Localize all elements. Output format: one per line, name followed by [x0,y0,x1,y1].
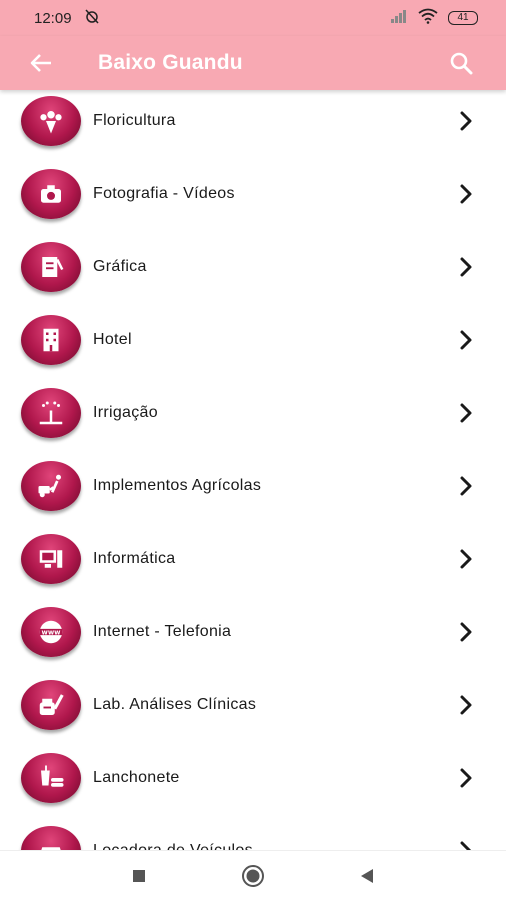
list-item[interactable]: Implementos Agrícolas [0,449,506,522]
hotel-building-icon [21,314,81,365]
status-bar: 12:09 41 [0,0,506,36]
list-item-label: Lab. Análises Clínicas [93,695,257,713]
system-nav-bar [0,850,506,900]
status-time: 12:09 [34,9,72,27]
chevron-right-icon [446,621,486,643]
list-item[interactable]: Fotografia - Vídeos [0,157,506,230]
arrow-left-icon [30,54,51,72]
www-globe-icon: www [21,606,81,657]
irrigation-sprinkler-icon [21,387,81,438]
list-item[interactable]: Locadora de Veículos [0,814,506,850]
list-item[interactable]: Lab. Análises Clínicas [0,668,506,741]
chevron-right-icon [446,183,486,205]
list-item[interactable]: Gráfica [0,230,506,303]
chevron-right-icon [446,402,486,424]
alarm-muted-icon [84,8,100,28]
car-icon [21,825,81,850]
chevron-right-icon [446,256,486,278]
back-nav-button[interactable] [352,861,382,891]
list-item-label: Irrigação [93,403,158,421]
search-button[interactable] [434,36,488,90]
back-button[interactable] [14,36,68,90]
list-item-label: Internet - Telefonia [93,622,232,640]
chevron-right-icon [446,840,486,850]
circle-icon [242,864,264,887]
wifi-icon [418,8,438,28]
chevron-right-icon [446,548,486,570]
list-item-label: Implementos Agrícolas [93,476,262,494]
chevron-right-icon [446,767,486,789]
camera-icon [21,168,81,219]
list-item[interactable]: Hotel [0,303,506,376]
square-icon [133,869,145,882]
search-icon [450,52,473,75]
chevron-right-icon [446,110,486,132]
list-item[interactable]: Floricultura [0,84,506,157]
recents-button[interactable] [124,861,154,891]
list-item[interactable]: www Internet - Telefonia [0,595,506,668]
page-title: Baixo Guandu [98,51,243,74]
chevron-right-icon [446,329,486,351]
list-item-label: Floricultura [93,111,176,129]
list-item-label: Gráfica [93,257,147,275]
signal-icon [390,9,408,27]
chevron-right-icon [446,694,486,716]
list-item-label: Lanchonete [93,768,180,786]
list-item-label: Informática [93,549,176,567]
list-item[interactable]: Irrigação [0,376,506,449]
snack-icon [21,752,81,803]
svg-text:www: www [41,628,61,636]
app-bar: Baixo Guandu [0,36,506,90]
lab-syringe-icon [21,679,81,730]
chevron-right-icon [446,475,486,497]
list-item[interactable]: Informática [0,522,506,595]
home-button[interactable] [238,861,268,891]
list-item-label: Hotel [93,330,132,348]
print-icon [21,241,81,292]
category-list[interactable]: Floricultura Fotografia - Vídeos Gráfica Ho… [0,84,506,850]
battery-icon: 41 [448,11,478,25]
computer-icon [21,533,81,584]
list-item[interactable]: Lanchonete [0,741,506,814]
list-item-label: Fotografia - Vídeos [93,184,235,202]
triangle-back-icon [361,868,373,883]
flower-bouquet-icon [21,95,81,146]
farm-tools-icon [21,460,81,511]
list-item-label: Locadora de Veículos [93,841,253,851]
